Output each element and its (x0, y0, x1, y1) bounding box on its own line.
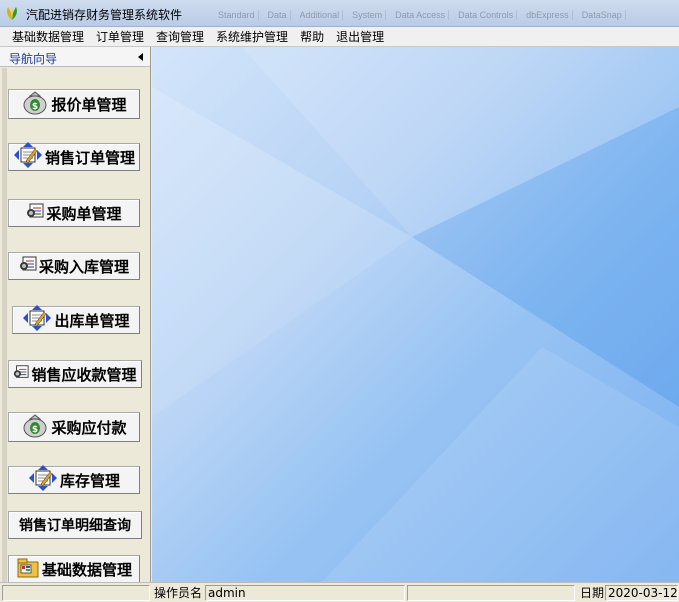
menu-basic-data[interactable]: 基础数据管理 (6, 27, 90, 47)
sidebar-edge-strip (2, 68, 7, 582)
money-bag-icon: $ (21, 412, 49, 442)
status-panel-empty (407, 585, 575, 601)
nav-label: 库存管理 (59, 471, 120, 490)
ghost-tab: Data Controls (455, 10, 518, 20)
ghost-tab: dbExpress (523, 10, 573, 20)
operator-value: admin (205, 585, 405, 601)
nav-button-outbound[interactable]: 出库单管理 (12, 304, 140, 336)
nav-label: 采购应付款 (51, 418, 127, 437)
ghost-tab: Data Access (392, 10, 450, 20)
nav-label: 采购单管理 (46, 204, 122, 223)
nav-button-inventory[interactable]: 库存管理 (8, 464, 140, 496)
nav-button-purchase-order[interactable]: 采购单管理 (8, 199, 140, 227)
menu-system-maintenance[interactable]: 系统维护管理 (210, 27, 294, 47)
ghost-tab: Data (265, 10, 291, 20)
form-icon (19, 256, 37, 276)
nav-label: 报价单管理 (51, 95, 127, 114)
title-bar: 汽配进销存财务管理系统软件 Standard Data Additional S… (0, 0, 679, 27)
sidebar-title: 导航向导 (9, 52, 58, 66)
nav-label: 销售订单管理 (44, 148, 135, 167)
background-toolbar-ghost: Standard Data Additional System Data Acc… (215, 10, 626, 20)
navigation-sidebar: 导航向导 $ 报价单管理 销售订单管理 采购单管理 采购入库管理 出库单管理 销… (0, 47, 151, 582)
operator-label: 操作员名 (154, 586, 203, 600)
nav-label: 出库单管理 (54, 311, 130, 330)
svg-text:$: $ (32, 102, 38, 112)
nav-button-sales-receivable[interactable]: 销售应收款管理 (8, 360, 142, 388)
ghost-tab: Standard (215, 10, 259, 20)
collapse-arrow-icon[interactable] (138, 53, 143, 61)
nav-label: 基础数据管理 (41, 560, 132, 579)
form-icon (13, 364, 30, 384)
nav-button-basic-data[interactable]: 基础数据管理 (8, 555, 140, 582)
menu-help[interactable]: 帮助 (294, 27, 330, 47)
ghost-tab: Additional (297, 10, 344, 20)
date-value: 2020-03-12 (605, 585, 678, 601)
workspace-background-pattern (152, 47, 679, 582)
nav-label: 销售应收款管理 (31, 365, 137, 384)
folder-data-icon (16, 556, 40, 582)
menu-query[interactable]: 查询管理 (150, 27, 210, 47)
menu-bar: 基础数据管理 订单管理 查询管理 系统维护管理 帮助 退出管理 (0, 27, 679, 47)
ghost-tab: System (349, 10, 387, 20)
svg-text:$: $ (32, 425, 38, 435)
date-label: 日期 (580, 586, 605, 600)
nav-button-purchase-payable[interactable]: $ 采购应付款 (8, 412, 140, 442)
notebook-pencil-icon (28, 464, 58, 496)
ghost-tab: DataSnap (579, 10, 626, 20)
notebook-pencil-icon (22, 304, 52, 336)
notebook-pencil-icon (13, 141, 43, 173)
sidebar-header: 导航向导 (0, 47, 150, 67)
window-title: 汽配进销存财务管理系统软件 (26, 8, 183, 22)
menu-exit[interactable]: 退出管理 (330, 27, 390, 47)
app-logo-icon (4, 5, 20, 21)
nav-label: 采购入库管理 (38, 257, 129, 276)
form-icon (26, 203, 44, 223)
status-panel-empty (2, 585, 150, 601)
nav-button-quotation[interactable]: $ 报价单管理 (8, 89, 140, 119)
nav-label: 销售订单明细查询 (19, 518, 131, 534)
status-bar: 操作员名 admin 日期 2020-03-12 (0, 582, 679, 602)
nav-button-purchase-inbound[interactable]: 采购入库管理 (8, 252, 140, 280)
money-bag-icon: $ (21, 89, 49, 119)
nav-button-sales-order[interactable]: 销售订单管理 (8, 141, 140, 173)
nav-button-sales-order-detail-query[interactable]: 销售订单明细查询 (8, 511, 142, 539)
menu-orders[interactable]: 订单管理 (90, 27, 150, 47)
main-workspace (152, 47, 679, 582)
